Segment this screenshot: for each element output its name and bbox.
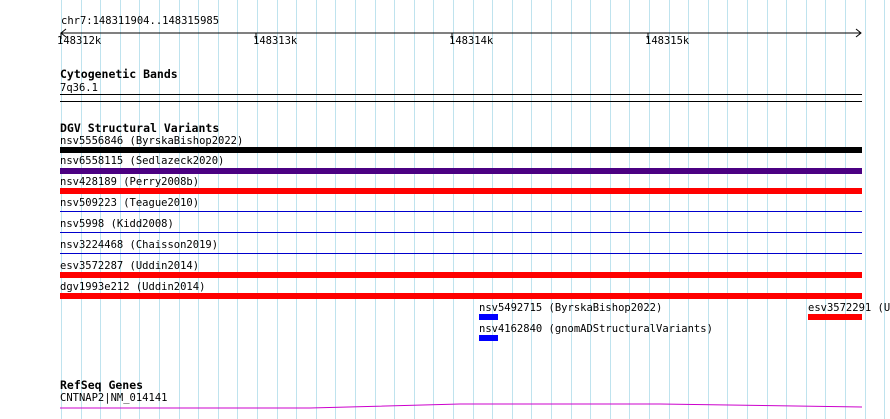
grid-line	[277, 0, 278, 419]
grid-line	[296, 0, 297, 419]
ruler-tick-label: 148312k	[57, 35, 102, 47]
grid-line	[355, 0, 356, 419]
grid-line	[865, 0, 866, 419]
variant-label: esv3572287 (Uddin2014)	[60, 260, 200, 272]
grid-line	[669, 0, 670, 419]
ruler-tick-label: 148315k	[645, 35, 690, 47]
variant-label: nsv3224468 (Chaisson2019)	[60, 239, 219, 251]
grid-line	[81, 0, 82, 419]
grid-line	[806, 0, 807, 419]
variant-bar[interactable]	[479, 335, 498, 341]
cytoband-track-title[interactable]: Cytogenetic Bands	[60, 68, 178, 81]
variant-label: nsv6558115 (Sedlazeck2020)	[60, 155, 225, 167]
grid-line	[179, 0, 180, 419]
grid-line	[100, 0, 101, 419]
grid-line	[845, 0, 846, 419]
grid-line	[453, 0, 454, 419]
grid-line	[786, 0, 787, 419]
grid-line	[590, 0, 591, 419]
variant-label: nsv5998 (Kidd2008)	[60, 218, 174, 230]
grid-line	[531, 0, 532, 419]
variant-bar[interactable]	[60, 272, 862, 278]
variant-bar[interactable]	[60, 211, 862, 212]
refseq-track-title[interactable]: RefSeq Genes	[60, 379, 143, 392]
grid-line	[629, 0, 630, 419]
genome-browser-view: chr7:148311904..148315985 148312k 148313…	[0, 0, 890, 419]
variant-bar[interactable]	[60, 168, 862, 174]
variant-bar[interactable]	[60, 232, 862, 233]
grid-line	[825, 0, 826, 419]
variant-label: nsv5556846 (ByrskaBishop2022)	[60, 135, 244, 147]
variant-bar[interactable]	[479, 314, 498, 320]
grid-line	[492, 0, 493, 419]
grid-line	[571, 0, 572, 419]
variant-bar[interactable]	[60, 293, 862, 299]
grid-line	[747, 0, 748, 419]
ruler-tick-label: 148313k	[253, 35, 298, 47]
variant-bar[interactable]	[808, 314, 862, 320]
cytoband-bar[interactable]	[60, 94, 862, 102]
grid-line	[335, 0, 336, 419]
grid-line	[884, 0, 885, 419]
variant-label: nsv4162840 (gnomADStructuralVariants)	[479, 323, 713, 335]
cytoband-label: 7q36.1	[60, 82, 98, 94]
grid-line	[61, 0, 62, 419]
grid-line	[218, 0, 219, 419]
gene-model[interactable]	[60, 400, 862, 410]
grid-line	[551, 0, 552, 419]
grid-line	[375, 0, 376, 419]
variant-bar[interactable]	[60, 253, 862, 254]
grid-line	[688, 0, 689, 419]
variant-label: nsv428189 (Perry2008b)	[60, 176, 200, 188]
grid-line	[316, 0, 317, 419]
grid-line	[159, 0, 160, 419]
grid-line	[727, 0, 728, 419]
grid-line	[139, 0, 140, 419]
grid-line	[433, 0, 434, 419]
variant-bar[interactable]	[60, 188, 862, 194]
grid-line	[708, 0, 709, 419]
variant-label: dgv1993e212 (Uddin2014)	[60, 281, 206, 293]
grid-line	[767, 0, 768, 419]
grid-line	[473, 0, 474, 419]
grid-line	[237, 0, 238, 419]
grid-line	[394, 0, 395, 419]
grid-line	[257, 0, 258, 419]
variant-label: esv3572291 (Ud	[808, 302, 890, 314]
grid-line	[610, 0, 611, 419]
grid-line	[512, 0, 513, 419]
grid-line	[120, 0, 121, 419]
grid-line	[198, 0, 199, 419]
variant-label: nsv509223 (Teague2010)	[60, 197, 200, 209]
dgv-track-title[interactable]: DGV Structural Variants	[60, 122, 219, 135]
grid-line	[414, 0, 415, 419]
variant-label: nsv5492715 (ByrskaBishop2022)	[479, 302, 663, 314]
ruler-tick-label: 148314k	[449, 35, 494, 47]
variant-bar[interactable]	[60, 147, 862, 153]
grid-line	[649, 0, 650, 419]
